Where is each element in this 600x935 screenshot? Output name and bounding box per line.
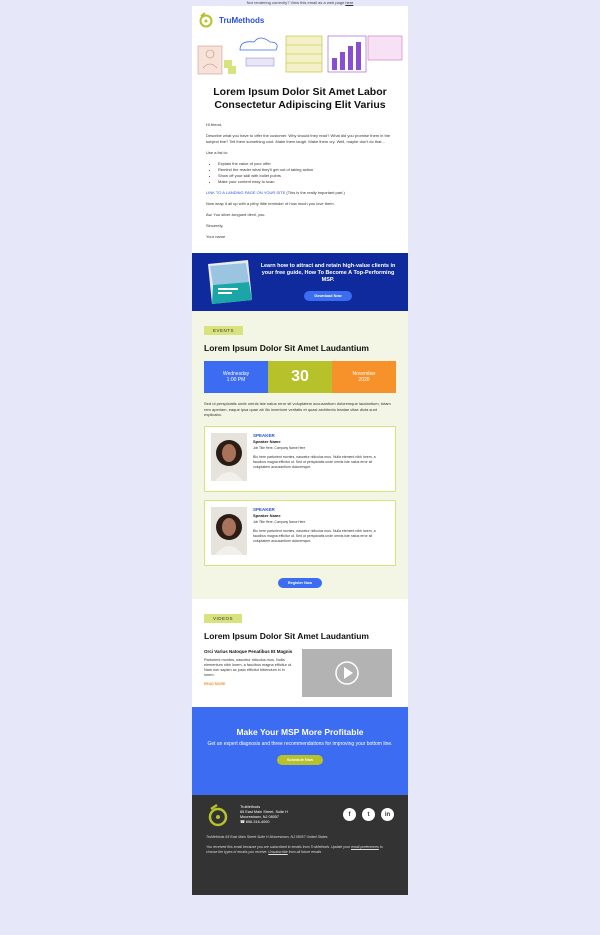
footer: TruMethods 65 East Main Street, Suite H … (192, 794, 408, 895)
speaker-photo (211, 432, 247, 481)
body-paragraph-2: Now wrap it all up with a pithy little r… (206, 201, 335, 206)
signoff: Sincerely, (206, 223, 224, 228)
footer-address: TruMethods 65 East Main Street, Suite H … (240, 805, 343, 825)
guide-banner: Learn how to attract and retain high-val… (192, 253, 408, 311)
events-section: EVENTS Lorem Ipsum Dolor Sit Amet Laudan… (192, 311, 408, 599)
speaker-card: SPEAKER Speaker Name Job Title Here, Com… (204, 499, 396, 566)
landing-link-note: (This is the really important part.) (285, 190, 345, 195)
hero-illustration (196, 34, 404, 76)
footer-phone: ☎ 856-316-4000 (240, 820, 343, 825)
twitter-icon[interactable]: t (362, 808, 375, 821)
event-year: 2020 (358, 377, 370, 383)
preheader-link[interactable]: here (345, 0, 353, 5)
events-pill: EVENTS (204, 326, 244, 335)
facebook-icon[interactable]: f (343, 808, 356, 821)
cta-banner: Make Your MSP More Profitable Get an exp… (192, 706, 408, 795)
body-paragraph-1: Describe what you have to offer the cust… (206, 133, 391, 144)
guide-book-image[interactable] (200, 260, 256, 304)
video-thumbnail[interactable] (302, 648, 392, 697)
guide-copy: Learn how to attract and retain high-val… (256, 263, 400, 302)
speaker-bio: Bio here parturient montes, nascetur rid… (253, 528, 376, 543)
social-links: f t in (343, 808, 394, 821)
phone-icon: ☎ (240, 819, 245, 824)
cta-heading: Make Your MSP More Profitable (236, 726, 364, 737)
email-preferences-link[interactable]: email preferences (351, 845, 379, 849)
list-intro: Use a list to: (206, 150, 229, 155)
speaker-label: SPEAKER (253, 506, 275, 512)
body-copy: Hi friend, Describe what you have to off… (192, 118, 408, 253)
video-body: Parturient montes, nascetur ridiculus mu… (204, 658, 293, 677)
footer-note: You received this email because you are … (206, 845, 394, 855)
unsubscribe-link[interactable]: Unsubscribe (268, 850, 287, 854)
videos-title: Lorem Ipsum Dolor Sit Amet Laudantium (204, 630, 369, 641)
event-day-time: Wednesday 1:00 PM (204, 361, 268, 393)
event-date-bar: Wednesday 1:00 PM 30 November 2020 (204, 361, 396, 393)
video-title: Orci Varius Natoque Penatibus Et Magnis (204, 648, 293, 654)
register-button[interactable]: Register Now (277, 577, 323, 588)
video-item: Orci Varius Natoque Penatibus Et Magnis … (204, 648, 396, 697)
videos-pill: VIDEOS (204, 613, 243, 623)
video-text: Orci Varius Natoque Penatibus Et Magnis … (204, 649, 296, 697)
footer-address-line: TruMethods 65 East Main Street Suite H M… (206, 834, 328, 839)
logo-text: TruMethods (219, 15, 265, 25)
logo-icon (199, 12, 213, 28)
speaker-info: SPEAKER Speaker Name Job Title Here, Com… (253, 507, 389, 559)
cta-subtext: Get an expert diagnosis and three recomm… (207, 740, 393, 747)
speaker-bio: Bio here parturient montes, nascetur rid… (253, 454, 376, 469)
greeting: Hi friend, (206, 122, 223, 127)
download-button[interactable]: Download Now (304, 290, 352, 301)
logo-row: TruMethods (192, 6, 408, 34)
sender-name: Your name (206, 234, 226, 239)
hero-title: Lorem Ipsum Dolor Sit Amet Labor Consect… (213, 86, 387, 111)
guide-text: Learn how to attract and retain high-val… (260, 262, 396, 283)
event-date: 30 (268, 361, 332, 393)
preheader-text: Not rendering correctly? View this email… (246, 0, 345, 5)
linkedin-icon[interactable]: in (381, 808, 394, 821)
event-time: 1:00 PM (226, 377, 246, 383)
speaker-job: Job Title Here, Company Name Here (253, 519, 306, 524)
speaker-card: SPEAKER Speaker Name Job Title Here, Com… (204, 425, 396, 492)
footer-phone-number: 856-316-4000 (245, 819, 270, 824)
schedule-button[interactable]: Schedule Now (277, 754, 323, 765)
speaker-name: Speaker Name (253, 438, 281, 444)
events-title: Lorem Ipsum Dolor Sit Amet Laudantium (204, 343, 369, 353)
bullet-list: Explain the value of your offer Remind t… (218, 161, 394, 185)
speaker-job: Job Title Here, Company Name Here (253, 445, 306, 450)
landing-link-line: LINK TO A LANDING PAGE ON YOUR SITE (Thi… (206, 190, 394, 196)
speaker-info: SPEAKER Speaker Name Job Title Here, Com… (253, 433, 389, 485)
email-container: TruMethods Lorem Ipsum Dolor Sit Amet La… (192, 6, 408, 895)
read-more-link[interactable]: READ MORE (204, 682, 296, 686)
speaker-name: Speaker Name (253, 512, 281, 518)
event-month-year: November 2020 (332, 361, 396, 393)
bullet-item: Make your content easy to scan (218, 179, 394, 185)
videos-section: VIDEOS Lorem Ipsum Dolor Sit Amet Laudan… (192, 598, 408, 707)
footer-logo-icon (208, 803, 228, 826)
events-description: Sed ut perspiciatis unde omnis iste natu… (204, 401, 391, 417)
footer-note-a: You received this email because you are … (206, 844, 352, 849)
footer-note-c: from all future emails (287, 849, 322, 854)
speaker-label: SPEAKER (253, 432, 275, 438)
play-icon[interactable] (335, 660, 359, 685)
speaker-photo (211, 506, 247, 555)
body-paragraph-3: Aw. You silver-tongued devil, you. (206, 212, 266, 217)
landing-page-link[interactable]: LINK TO A LANDING PAGE ON YOUR SITE (206, 190, 285, 195)
